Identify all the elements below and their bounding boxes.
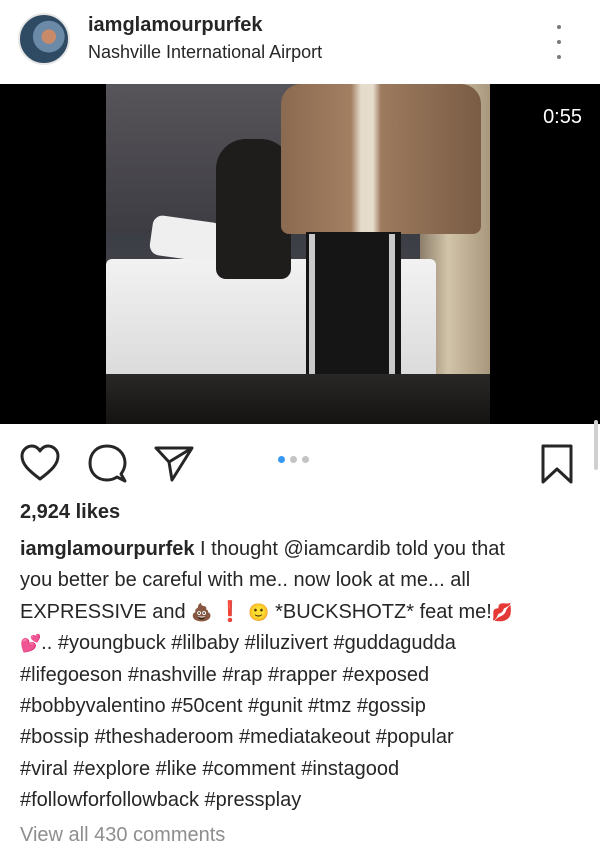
- video-frame: [106, 84, 490, 424]
- kiss-emoji: 💋: [491, 602, 514, 622]
- caption-hashtags[interactable]: .. #youngbuck #lilbaby #liluzivert #gudd…: [41, 632, 456, 654]
- post-location[interactable]: Nashville International Airport: [88, 42, 322, 63]
- caption-text: you better be careful with me.. now look…: [20, 569, 471, 592]
- send-icon[interactable]: [152, 442, 196, 486]
- heart-icon[interactable]: [18, 442, 62, 486]
- caption-text: I thought @iamcardib told you that: [194, 538, 505, 560]
- face-emoji: 🙂: [248, 602, 270, 622]
- caption-text: *BUCKSHOTZ* feat me!: [269, 600, 492, 623]
- carousel-dot-active: [278, 456, 285, 463]
- caption-text: ❗: [212, 600, 249, 623]
- carousel-dot: [290, 456, 297, 463]
- post-header: iamglamourpurfek Nashville International…: [0, 0, 600, 84]
- video-timer: 0:55: [543, 106, 582, 128]
- carousel-dot: [302, 456, 309, 463]
- post-video[interactable]: 0:55: [0, 84, 600, 424]
- poop-emoji: 💩: [191, 602, 213, 622]
- comment-icon[interactable]: [86, 442, 130, 486]
- likes-count[interactable]: 2,924 likes: [20, 501, 120, 524]
- hearts-emoji: 💕: [20, 634, 42, 654]
- caption-text: EXPRESSIVE and: [20, 600, 192, 623]
- more-vertical-icon[interactable]: [553, 25, 565, 59]
- scrollbar[interactable]: [594, 420, 598, 470]
- avatar[interactable]: [18, 13, 70, 65]
- carousel-indicator: [278, 456, 309, 463]
- caption-hashtags[interactable]: #bossip #theshaderoom #mediatakeout #pop…: [20, 722, 585, 753]
- caption-hashtags[interactable]: #bobbyvalentino #50cent #gunit #tmz #gos…: [20, 691, 585, 722]
- bookmark-icon[interactable]: [535, 442, 579, 486]
- view-comments-link[interactable]: View all 430 comments: [20, 824, 225, 847]
- post-username[interactable]: iamglamourpurfek: [88, 14, 262, 37]
- caption-username[interactable]: iamglamourpurfek: [20, 538, 194, 560]
- caption-hashtags[interactable]: #viral #explore #like #comment #instagoo…: [20, 754, 585, 785]
- caption-hashtags[interactable]: #followforfollowback #pressplay: [20, 785, 585, 816]
- caption-hashtags[interactable]: #lifegoeson #nashville #rap #rapper #exp…: [20, 660, 585, 691]
- post-caption: iamglamourpurfek I thought @iamcardib to…: [20, 534, 585, 817]
